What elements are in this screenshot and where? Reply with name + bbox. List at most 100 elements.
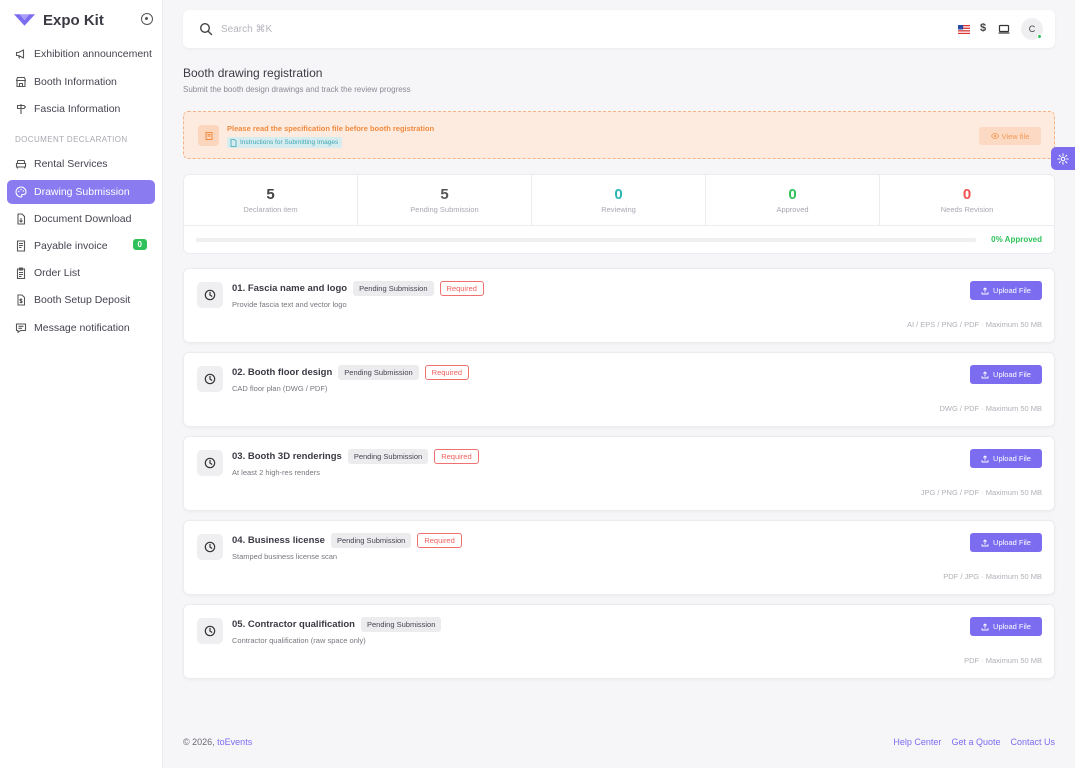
view-file-label: View file <box>1001 131 1030 141</box>
sidebar-item-label: Rental Services <box>34 158 108 170</box>
view-file-button[interactable]: View file <box>979 127 1041 145</box>
contact-us-link[interactable]: Contact Us <box>1010 737 1055 747</box>
upload-file-label: Upload File <box>993 538 1031 547</box>
submission-item: 05. Contractor qualification Pending Sub… <box>183 604 1055 679</box>
sidebar-item-label: Order List <box>34 267 81 279</box>
page-subtitle: Submit the booth design drawings and tra… <box>183 85 411 94</box>
footer-copyright: © 2026, toEvents <box>183 737 252 747</box>
status-badge: Pending Submission <box>347 449 429 464</box>
notice-title: Please read the specification file befor… <box>227 124 435 133</box>
online-status-dot <box>1037 34 1042 39</box>
store-icon <box>15 76 27 88</box>
company-link[interactable]: toEvents <box>217 737 252 747</box>
get-a-quote-link[interactable]: Get a Quote <box>951 737 1000 747</box>
stat-declaration-items: 5 Declaration item <box>184 175 358 226</box>
sidebar-item-order-list[interactable]: Order List <box>7 261 155 285</box>
settings-gear-button[interactable] <box>1051 147 1075 170</box>
upload-icon <box>981 455 989 462</box>
upload-file-button[interactable]: Upload File <box>970 365 1042 384</box>
required-badge: Required <box>439 281 484 296</box>
instructions-link[interactable]: Instructions for Submitting Images <box>227 137 343 148</box>
invoice-icon <box>15 240 27 252</box>
signpost-icon <box>15 103 27 115</box>
palette-icon <box>15 186 27 198</box>
gear-icon <box>1057 152 1069 165</box>
status-badge: Pending Submission <box>338 365 419 380</box>
file-dollar-icon <box>15 294 27 306</box>
sidebar-item-payable-invoice[interactable]: Payable invoice 0 <box>7 234 155 258</box>
sidebar-item-label: Exhibition announcement <box>34 48 152 60</box>
sidebar-item-label: Booth Information <box>34 76 117 88</box>
accepted-formats: JPG / PNG / PDF · Maximum 50 MB <box>920 488 1042 497</box>
sidebar-item-document-download[interactable]: Document Download <box>7 207 155 231</box>
search-icon[interactable] <box>199 22 213 36</box>
avatar[interactable]: C <box>1021 18 1043 40</box>
required-badge: Required <box>434 449 479 464</box>
sidebar-item-exhibition-announcement[interactable]: Exhibition announcement <box>7 42 155 66</box>
sidebar-item-label: Payable invoice <box>34 240 108 252</box>
stat-reviewing: 0 Reviewing <box>532 175 706 226</box>
stat-needs-revision: 0 Needs Revision <box>880 175 1054 226</box>
item-title: 05. Contractor qualification <box>232 619 355 630</box>
status-badge: Pending Submission <box>361 617 442 632</box>
sidebar-item-rental-services[interactable]: Rental Services <box>7 152 155 176</box>
item-title: 03. Booth 3D renderings <box>232 451 342 462</box>
sidebar-item-label: Drawing Submission <box>34 186 130 198</box>
upload-icon <box>981 623 989 630</box>
brand[interactable]: Expo Kit <box>13 10 153 30</box>
stat-value: 0 <box>962 186 972 203</box>
clock-icon <box>197 282 223 308</box>
submission-item: 04. Business license Pending Submission … <box>183 520 1055 595</box>
stat-label: Pending Submission <box>410 205 479 214</box>
message-icon <box>15 322 27 334</box>
status-badge: Pending Submission <box>353 281 434 296</box>
invoice-count-badge: 0 <box>132 239 147 250</box>
sidebar-item-label: Document Download <box>34 213 132 225</box>
upload-file-button[interactable]: Upload File <box>970 281 1042 300</box>
sidebar-item-booth-information[interactable]: Booth Information <box>7 70 155 94</box>
stat-value: 5 <box>440 186 449 203</box>
upload-file-label: Upload File <box>993 622 1031 631</box>
sidebar-toggle-icon[interactable] <box>141 13 153 25</box>
sidebar-item-booth-setup-deposit[interactable]: Booth Setup Deposit <box>7 288 155 312</box>
sidebar-item-label: Booth Setup Deposit <box>34 294 131 306</box>
submission-item: 01. Fascia name and logo Pending Submiss… <box>183 268 1055 343</box>
clock-icon <box>197 618 223 644</box>
clock-icon <box>197 450 223 476</box>
sidebar-item-drawing-submission[interactable]: Drawing Submission <box>7 180 155 204</box>
help-center-link[interactable]: Help Center <box>893 737 941 747</box>
us-flag-icon[interactable] <box>958 25 970 34</box>
file-download-icon <box>15 213 27 225</box>
upload-file-button[interactable]: Upload File <box>970 617 1042 636</box>
required-badge: Required <box>417 533 462 548</box>
sidebar: Expo Kit Exhibition announcement Booth I… <box>0 0 163 768</box>
item-description: At least 2 high-res renders <box>232 468 320 477</box>
stat-value: 0 <box>614 186 623 203</box>
upload-file-label: Upload File <box>993 286 1031 295</box>
section-heading-document-declaration: DOCUMENT DECLARATION <box>15 135 128 144</box>
upload-icon <box>981 371 989 378</box>
book-icon <box>198 125 219 146</box>
item-description: CAD floor plan (DWG / PDF) <box>232 384 328 393</box>
clock-icon <box>197 366 223 392</box>
item-title: 01. Fascia name and logo <box>232 283 348 294</box>
stat-value: 5 <box>266 186 275 203</box>
document-icon <box>230 138 237 147</box>
approval-progress-label: 0% Approved <box>991 235 1042 244</box>
accepted-formats: PDF / JPG · Maximum 50 MB <box>943 572 1042 581</box>
required-badge: Required <box>424 365 470 380</box>
stat-label: Declaration item <box>243 205 298 214</box>
currency-dollar-icon[interactable]: $ <box>980 22 986 34</box>
footer-links: Help Center Get a Quote Contact Us <box>883 737 1055 747</box>
upload-file-button[interactable]: Upload File <box>970 533 1042 552</box>
sidebar-item-fascia-information[interactable]: Fascia Information <box>7 97 155 121</box>
upload-file-button[interactable]: Upload File <box>970 449 1042 468</box>
search-input[interactable] <box>221 20 521 38</box>
upload-file-label: Upload File <box>993 370 1031 379</box>
sidebar-item-message-notification[interactable]: Message notification <box>7 316 155 340</box>
accepted-formats: AI / EPS / PNG / PDF · Maximum 50 MB <box>906 320 1042 329</box>
eye-icon <box>990 133 999 139</box>
monitor-icon[interactable] <box>998 23 1010 35</box>
stats-panel: 5 Declaration item 5 Pending Submission … <box>183 174 1055 254</box>
sidebar-item-label: Fascia Information <box>34 103 121 115</box>
